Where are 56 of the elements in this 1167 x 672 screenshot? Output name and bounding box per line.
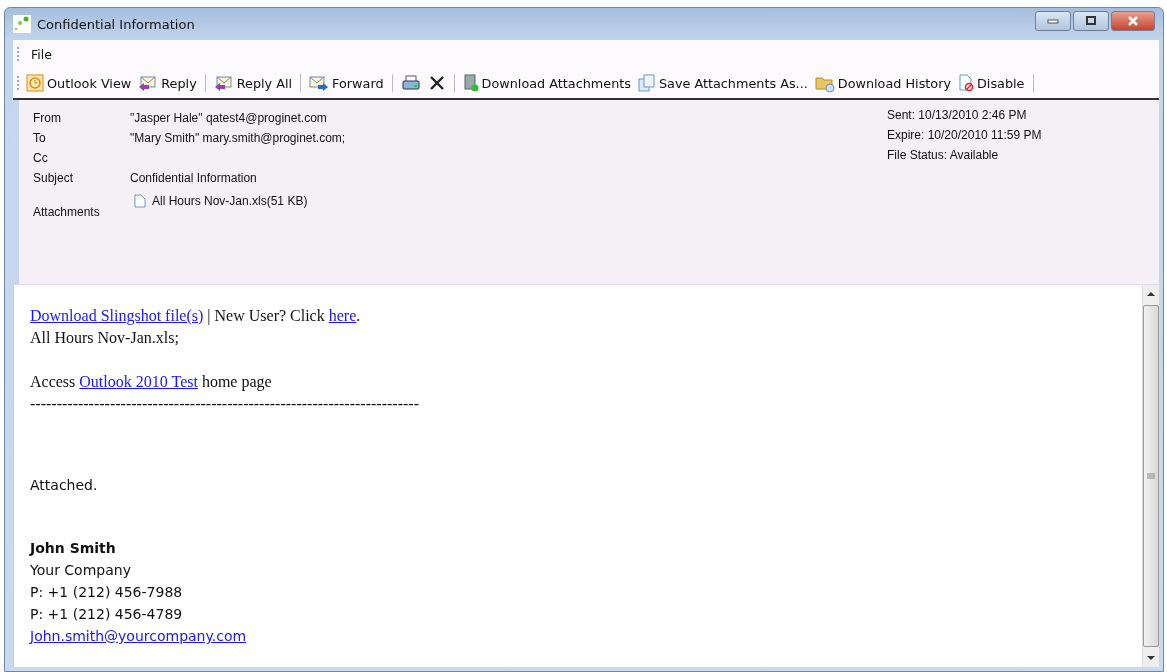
body-text: | New User? Click [206, 307, 326, 324]
grip-icon [1147, 473, 1155, 479]
body-text: All Hours Nov-Jan.xls; [30, 329, 179, 346]
email-link[interactable]: John.smith@yourcompany.com [30, 625, 247, 647]
field-value: "Mary Smith" mary.smith@proginet.com; [130, 131, 346, 145]
signature-name: John Smith [30, 539, 116, 558]
delete-icon [428, 75, 445, 91]
close-icon [1127, 16, 1139, 26]
field-value: Confidential Information [130, 171, 257, 185]
info-text: File Status: Available [887, 148, 1000, 162]
toolbar-button[interactable]: Disable [956, 73, 1027, 93]
field-label: From [33, 111, 62, 125]
menu-item[interactable]: File [29, 46, 54, 62]
message-text: Attached. [30, 477, 99, 493]
field-value: "Jasper Hale" qatest4@proginet.com [130, 111, 327, 125]
body-text: Access [30, 373, 77, 390]
clock-icon [26, 74, 44, 92]
toolbar-button[interactable]: Save Attachments As... [635, 73, 810, 93]
maximize-icon [1085, 16, 1097, 26]
attachment-link[interactable]: All Hours Nov-Jan.xls(51 KB) [152, 194, 308, 208]
toolbar-button[interactable]: Forward [307, 74, 386, 92]
scroll-down-icon[interactable] [1147, 655, 1155, 661]
app-icon [13, 15, 31, 33]
envelope-arrow-icon [309, 75, 330, 91]
link[interactable]: Outlook 2010 Test [79, 373, 198, 390]
body-text: home page [200, 373, 272, 390]
link[interactable]: Download Slingshot file(s) [30, 307, 204, 324]
printer-icon [401, 75, 420, 91]
scrollbar[interactable] [1142, 285, 1159, 667]
window-title: Confidential Information [37, 16, 195, 32]
info-text: Expire: 10/20/2010 11:59 PM [887, 128, 1043, 142]
signature-line: Your Company [30, 561, 131, 580]
scroll-up-icon[interactable] [1147, 291, 1155, 297]
file-icon [134, 194, 146, 208]
scroll-thumb[interactable] [1143, 305, 1159, 647]
maximize-button[interactable] [1073, 11, 1109, 31]
close-button[interactable] [1111, 11, 1155, 31]
toolbar-button[interactable]: Outlook View [24, 73, 134, 93]
minimize-icon [1047, 18, 1059, 24]
toolbar-button[interactable]: Reply [136, 74, 199, 92]
info-text: Sent: 10/13/2010 2:46 PM [887, 108, 1028, 122]
documents-icon [637, 74, 656, 92]
field-label: Cc [33, 151, 49, 165]
toolbar-button[interactable]: Download History [812, 73, 953, 93]
field-label: Attachments [33, 205, 101, 219]
signature-line: P: +1 (212) 456-7988 [30, 583, 183, 602]
body-text: ------------------------------------------------------------------------- [30, 395, 419, 412]
toolbar-button[interactable]: Download Attachments [460, 73, 633, 93]
field-label: To [33, 131, 47, 145]
folder-icon [814, 74, 835, 92]
document-block-icon [958, 74, 974, 92]
signature-line: P: +1 (212) 456-4789 [30, 605, 183, 624]
device-icon [462, 74, 479, 92]
body-text: . [356, 307, 361, 324]
toolbar-button[interactable]: Reply All [211, 74, 295, 92]
field-label: Subject [33, 171, 75, 185]
